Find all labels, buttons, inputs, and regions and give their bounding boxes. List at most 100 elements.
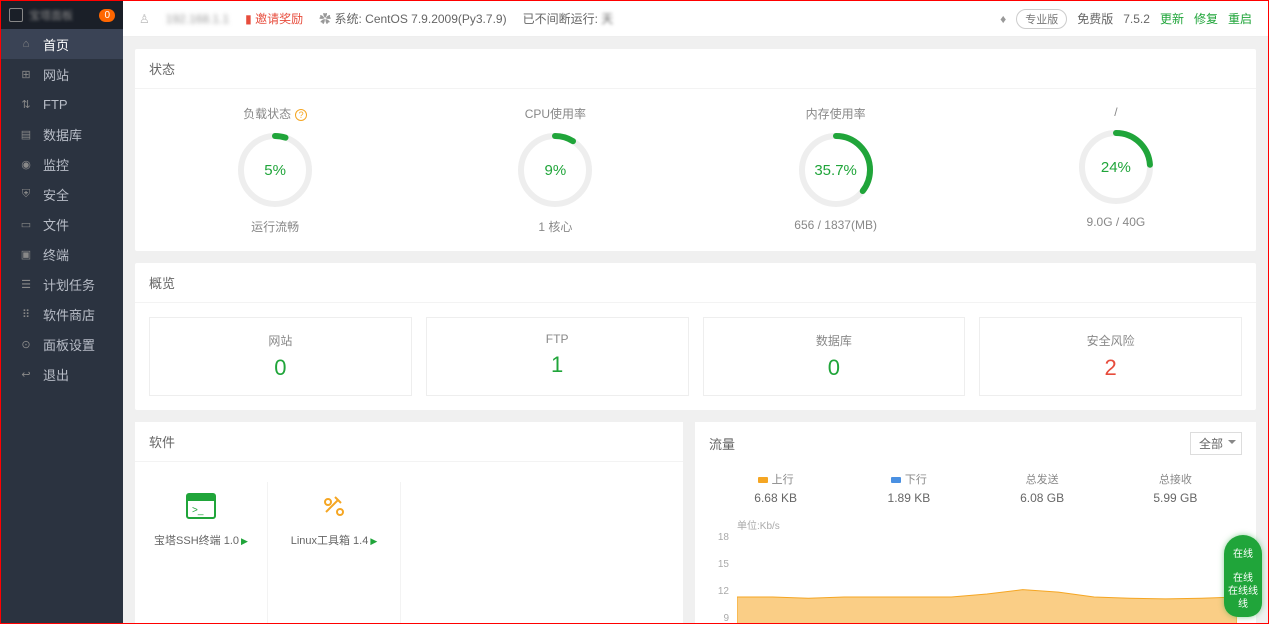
sidebar-icon: ⇅ [19,97,33,111]
software-item[interactable]: >_ 宝塔SSH终端 1.0▶ [135,482,268,623]
svg-text:>_: >_ [192,505,204,516]
overview-card[interactable]: 安全风险 2 [979,317,1242,396]
overview-value: 1 [427,352,688,378]
overview-card[interactable]: 网站 0 [149,317,412,396]
sidebar-item-0[interactable]: ⌂ 首页 [1,29,123,59]
sidebar-item-2[interactable]: ⇅ FTP [1,89,123,119]
gauge: / 24% 9.0G / 40G [976,105,1256,235]
sidebar-item-6[interactable]: ▭ 文件 [1,209,123,239]
gauge-value: 5% [235,130,315,210]
software-title: 软件 [135,422,683,462]
traffic-area-chart [737,542,1237,623]
traffic-stat: 下行1.89 KB [842,471,975,505]
sidebar-item-11[interactable]: ↩退出 [1,359,123,389]
sidebar-item-4[interactable]: ◉监控 [1,149,123,179]
server-ip: 192.168.1.1 [166,12,229,26]
sidebar-icon: ▤ [19,127,33,141]
sidebar-icon: ↩ [19,367,33,381]
sidebar-label: 安全 [43,185,69,204]
sidebar-label: 首页 [43,35,69,54]
sidebar-label: 网站 [43,65,69,84]
sidebar-icon: ▭ [19,217,33,231]
system-info: ✿ 系统: CentOS 7.9.2009(Py3.7.9) [319,10,506,27]
gauge-value: 9% [515,130,595,210]
overview-value: 2 [980,355,1241,381]
sidebar-label: FTP [43,97,68,112]
diamond-icon: ♦ [1000,12,1006,26]
chart-unit: 单位:Kb/s [737,517,780,532]
restart-link[interactable]: 重启 [1228,10,1252,27]
sidebar-icon: ⌂ [19,37,33,51]
sidebar-label: 终端 [43,245,69,264]
status-title: 状态 [135,49,1256,89]
gauge-title: 负载状态? [243,105,307,122]
sidebar-item-7[interactable]: ▣ 终端 [1,239,123,269]
legend-dot [758,477,768,483]
overview-label: 网站 [150,332,411,349]
y-tick: 12 [709,586,729,597]
sidebar-icon: ⛨ [19,187,33,201]
y-tick: 9 [709,613,729,623]
sidebar-label: 软件商店 [43,305,95,324]
uptime-info: 已不间断运行: 天 [523,10,614,27]
sidebar-item-3[interactable]: ▤ 数据库 [1,119,123,149]
sidebar-item-1[interactable]: ⊞ 网站 [1,59,123,89]
help-icon[interactable]: ? [295,109,307,121]
traffic-chart: 单位:Kb/s 1815129 [709,517,1242,623]
traffic-stat: 总接收5.99 GB [1109,471,1242,505]
traffic-stat: 上行6.68 KB [709,471,842,505]
gauge: 负载状态? 5% 运行流畅 [135,105,415,235]
gauge-sub: 656 / 1837(MB) [794,218,877,232]
gauge: 内存使用率35.7%656 / 1837(MB) [696,105,976,235]
sidebar-item-5[interactable]: ⛨ 安全 [1,179,123,209]
overview-label: FTP [427,332,688,346]
gauge-title: / [1114,105,1117,119]
version-label: 7.5.2 [1123,12,1150,26]
overview-card[interactable]: FTP 1 [426,317,689,396]
sidebar-label: 数据库 [43,125,82,144]
traffic-stat: 总发送6.08 GB [976,471,1109,505]
product-name: 宝塔面板 [29,7,73,23]
gauge: CPU使用率9%1 核心 [415,105,695,235]
software-name: Linux工具箱 1.4▶ [291,532,378,548]
y-tick: 18 [709,532,729,543]
sidebar-label: 计划任务 [43,275,95,294]
legend-dot [891,477,901,483]
sidebar-label: 面板设置 [43,335,95,354]
traffic-filter-select[interactable]: 全部 [1190,432,1242,455]
overview-label: 安全风险 [980,332,1241,349]
sidebar-header: 宝塔面板 0 [1,1,123,29]
user-icon: ♙ [139,12,150,26]
edition-label: 免费版 [1077,10,1113,27]
play-icon: ▶ [370,536,377,546]
pro-tag[interactable]: 专业版 [1016,9,1067,29]
overview-card[interactable]: 数据库0 [703,317,966,396]
sidebar-label: 监控 [43,155,69,174]
update-link[interactable]: 更新 [1160,10,1184,27]
gauge-title: CPU使用率 [525,105,586,122]
sidebar-icon: ☰ [19,277,33,291]
gauge-sub: 9.0G / 40G [1087,215,1146,229]
sidebar-label: 文件 [43,215,69,234]
status-panel: 状态 负载状态?5%运行流畅CPU使用率9%1 核心内存使用率35.7%656 … [135,49,1256,251]
top-bar: ♙ 192.168.1.1 ▮ 邀请奖励 ✿ 系统: CentOS 7.9.20… [123,1,1268,37]
software-item[interactable]: Linux工具箱 1.4▶ [268,482,401,623]
sidebar-item-10[interactable]: ⊙面板设置 [1,329,123,359]
sidebar-item-9[interactable]: ⠿ 软件商店 [1,299,123,329]
reward-link[interactable]: ▮ 邀请奖励 [245,10,303,27]
sidebar-icon: ▣ [19,247,33,261]
gauge-sub: 运行流畅 [251,218,299,235]
software-name: 宝塔SSH终端 1.0▶ [154,532,248,548]
notification-badge[interactable]: 0 [99,9,115,22]
overview-title: 概览 [135,263,1256,303]
gauge-value: 24% [1076,127,1156,207]
sidebar-item-8[interactable]: ☰ 计划任务 [1,269,123,299]
logo-icon [9,8,23,22]
overview-value: 0 [150,355,411,381]
online-support-button[interactable]: 在线 在线 在线线线 [1224,535,1262,617]
traffic-panel: 流量 全部 上行6.68 KB下行1.89 KB总发送6.08 GB总接收5.9… [695,422,1256,623]
sidebar-icon: ⠿ [19,307,33,321]
sidebar-icon: ⊞ [19,67,33,81]
repair-link[interactable]: 修复 [1194,10,1218,27]
gauge-value: 35.7% [796,130,876,210]
